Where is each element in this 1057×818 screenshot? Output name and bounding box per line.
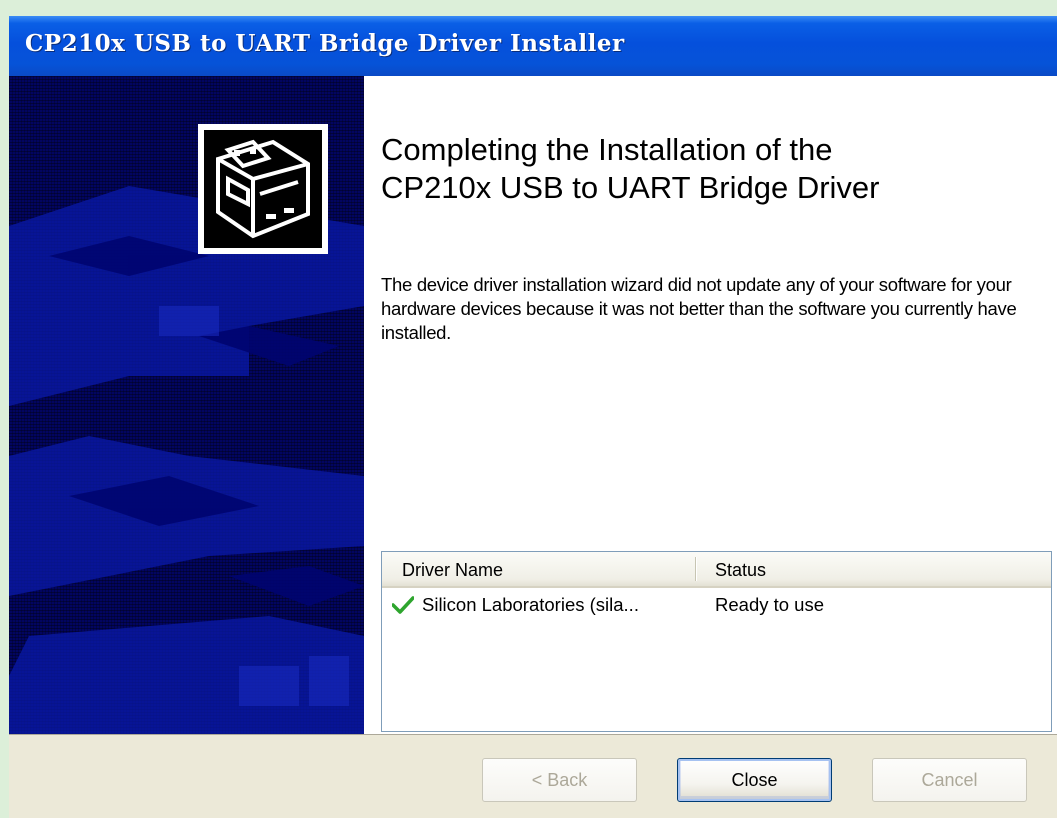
heading-line-2: CP210x USB to UART Bridge Driver: [381, 170, 880, 205]
driver-name: Silicon Laboratories (sila...: [422, 594, 639, 615]
hardware-logo: [198, 124, 328, 254]
driver-status: Ready to use: [715, 594, 825, 615]
window-title: CP210x USB to UART Bridge Driver Install…: [25, 30, 625, 57]
column-divider[interactable]: [695, 557, 696, 581]
list-header: Driver Name Status: [382, 552, 1051, 588]
close-button[interactable]: Close: [677, 758, 832, 802]
heading-line-1: Completing the Installation of the: [381, 132, 833, 167]
installer-window: CP210x USB to UART Bridge Driver Install…: [9, 16, 1057, 818]
hardware-icon: [204, 130, 322, 248]
title-bar[interactable]: CP210x USB to UART Bridge Driver Install…: [9, 16, 1057, 76]
wizard-heading: Completing the Installation of the CP210…: [381, 131, 1041, 207]
wizard-content: Completing the Installation of the CP210…: [364, 76, 1057, 734]
list-item[interactable]: Silicon Laboratories (sila... Ready to u…: [382, 588, 1051, 622]
wizard-message: The device driver installation wizard di…: [381, 274, 1017, 343]
column-header-driver-name[interactable]: Driver Name: [402, 552, 503, 586]
button-bar: < Back Close Cancel: [9, 734, 1057, 818]
checkmark-icon: [392, 596, 414, 614]
wizard-banner: [9, 76, 364, 734]
column-header-status[interactable]: Status: [715, 552, 766, 586]
driver-list[interactable]: Driver Name Status Silicon Laboratories …: [381, 551, 1052, 732]
back-button[interactable]: < Back: [482, 758, 637, 802]
cancel-button[interactable]: Cancel: [872, 758, 1027, 802]
